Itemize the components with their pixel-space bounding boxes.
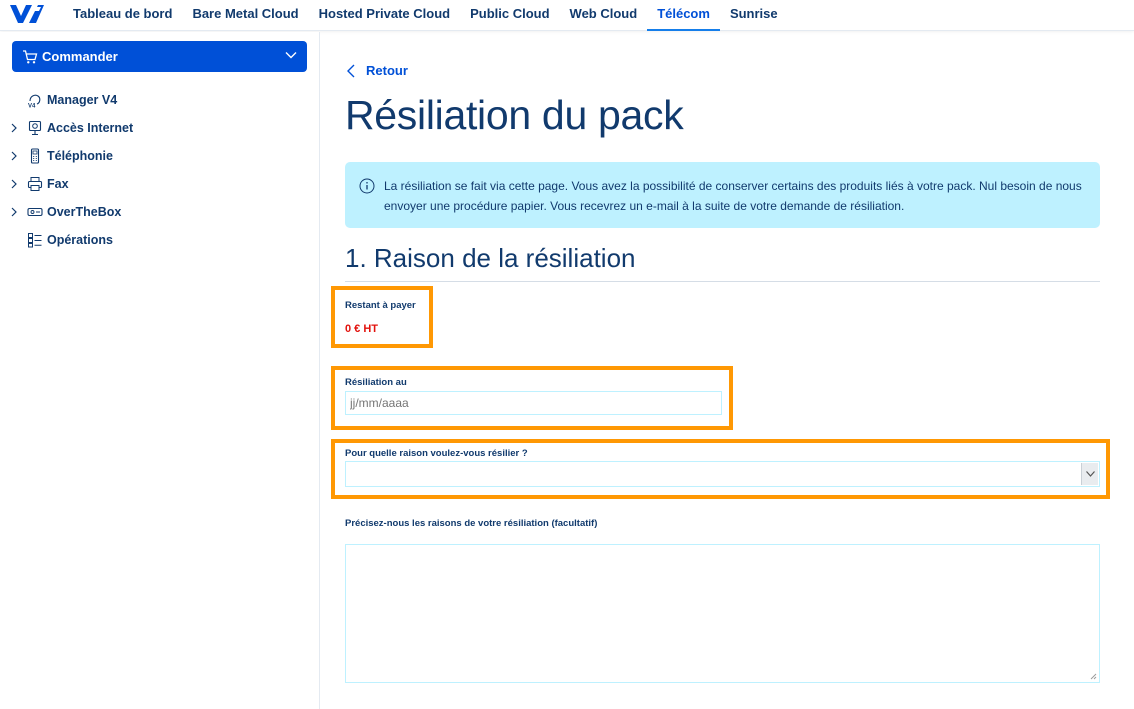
reason-label: Pour quelle raison voulez-vous résilier … [345,448,528,459]
info-message: La résiliation se fait via cette page. V… [345,162,1100,228]
internet-access-icon [28,120,42,136]
chevron-right-icon[interactable] [9,207,19,217]
svg-text:V4: V4 [28,104,36,109]
nav-public-cloud[interactable]: Public Cloud [460,0,559,31]
order-button-label: Commander [42,49,118,64]
sidebar-item-telephonie[interactable]: Téléphonie [0,142,320,170]
chevron-right-icon[interactable] [9,123,19,133]
sidebar-item-acces-internet[interactable]: Accès Internet [0,114,320,142]
sidebar-item-label: OverTheBox [47,205,122,219]
sidebar-item-fax[interactable]: Fax [0,170,320,198]
sidebar: Commander V4 Manager V4 Accès Internet T… [0,32,320,709]
section-divider [345,281,1100,282]
date-label: Résiliation au [345,377,407,388]
top-navigation-bar: Tableau de bord Bare Metal Cloud Hosted … [0,0,1134,31]
remaining-label: Restant à payer [345,300,416,311]
manager-v4-icon: V4 [28,94,41,109]
sidebar-item-operations[interactable]: Opérations [0,226,320,254]
highlight-remaining [331,286,433,348]
sidebar-item-manager-v4[interactable]: V4 Manager V4 [0,86,320,114]
details-textarea[interactable] [345,544,1100,683]
nav-tableau-de-bord[interactable]: Tableau de bord [63,0,182,31]
sidebar-item-label: Opérations [47,233,113,247]
nav-sunrise[interactable]: Sunrise [720,0,788,31]
back-link[interactable]: Retour [345,63,408,78]
chevron-down-icon [285,52,297,59]
sidebar-item-overthebox[interactable]: OverTheBox [0,198,320,226]
ovh-logo[interactable] [9,4,45,24]
operations-icon [28,233,42,248]
nav-hosted-private-cloud[interactable]: Hosted Private Cloud [309,0,460,31]
info-icon [359,178,375,194]
fax-icon [27,177,43,191]
sidebar-item-label: Accès Internet [47,121,134,135]
nav-telecom[interactable]: Télécom [647,0,720,31]
chevron-down-icon [1086,471,1095,477]
select-arrow[interactable] [1081,463,1098,485]
info-message-text: La résiliation se fait via cette page. V… [384,179,1082,213]
order-button[interactable]: Commander [12,41,307,72]
chevron-right-icon[interactable] [9,179,19,189]
details-label: Précisez-nous les raisons de votre résil… [345,518,598,529]
section-title: 1. Raison de la résiliation [345,243,636,273]
back-link-label: Retour [366,63,408,78]
overthebox-icon [27,207,43,217]
main-nav: Tableau de bord Bare Metal Cloud Hosted … [63,0,788,31]
sidebar-menu: V4 Manager V4 Accès Internet Téléphonie … [0,86,320,254]
reason-select[interactable] [345,461,1100,487]
nav-bare-metal-cloud[interactable]: Bare Metal Cloud [182,0,308,31]
phone-icon [30,148,40,164]
sidebar-item-label: Fax [47,177,69,191]
chevron-right-icon[interactable] [9,151,19,161]
chevron-left-icon [347,64,355,77]
sidebar-item-label: Manager V4 [47,93,118,107]
main-content: Retour Résiliation du pack La résiliatio… [321,32,1134,709]
cart-icon [23,49,38,63]
nav-web-cloud[interactable]: Web Cloud [560,0,648,31]
page-title: Résiliation du pack [345,92,684,138]
sidebar-item-label: Téléphonie [47,149,113,163]
termination-date-input[interactable] [345,391,722,415]
resize-handle-icon[interactable] [1089,672,1097,680]
remaining-amount: 0 € HT [345,323,379,335]
